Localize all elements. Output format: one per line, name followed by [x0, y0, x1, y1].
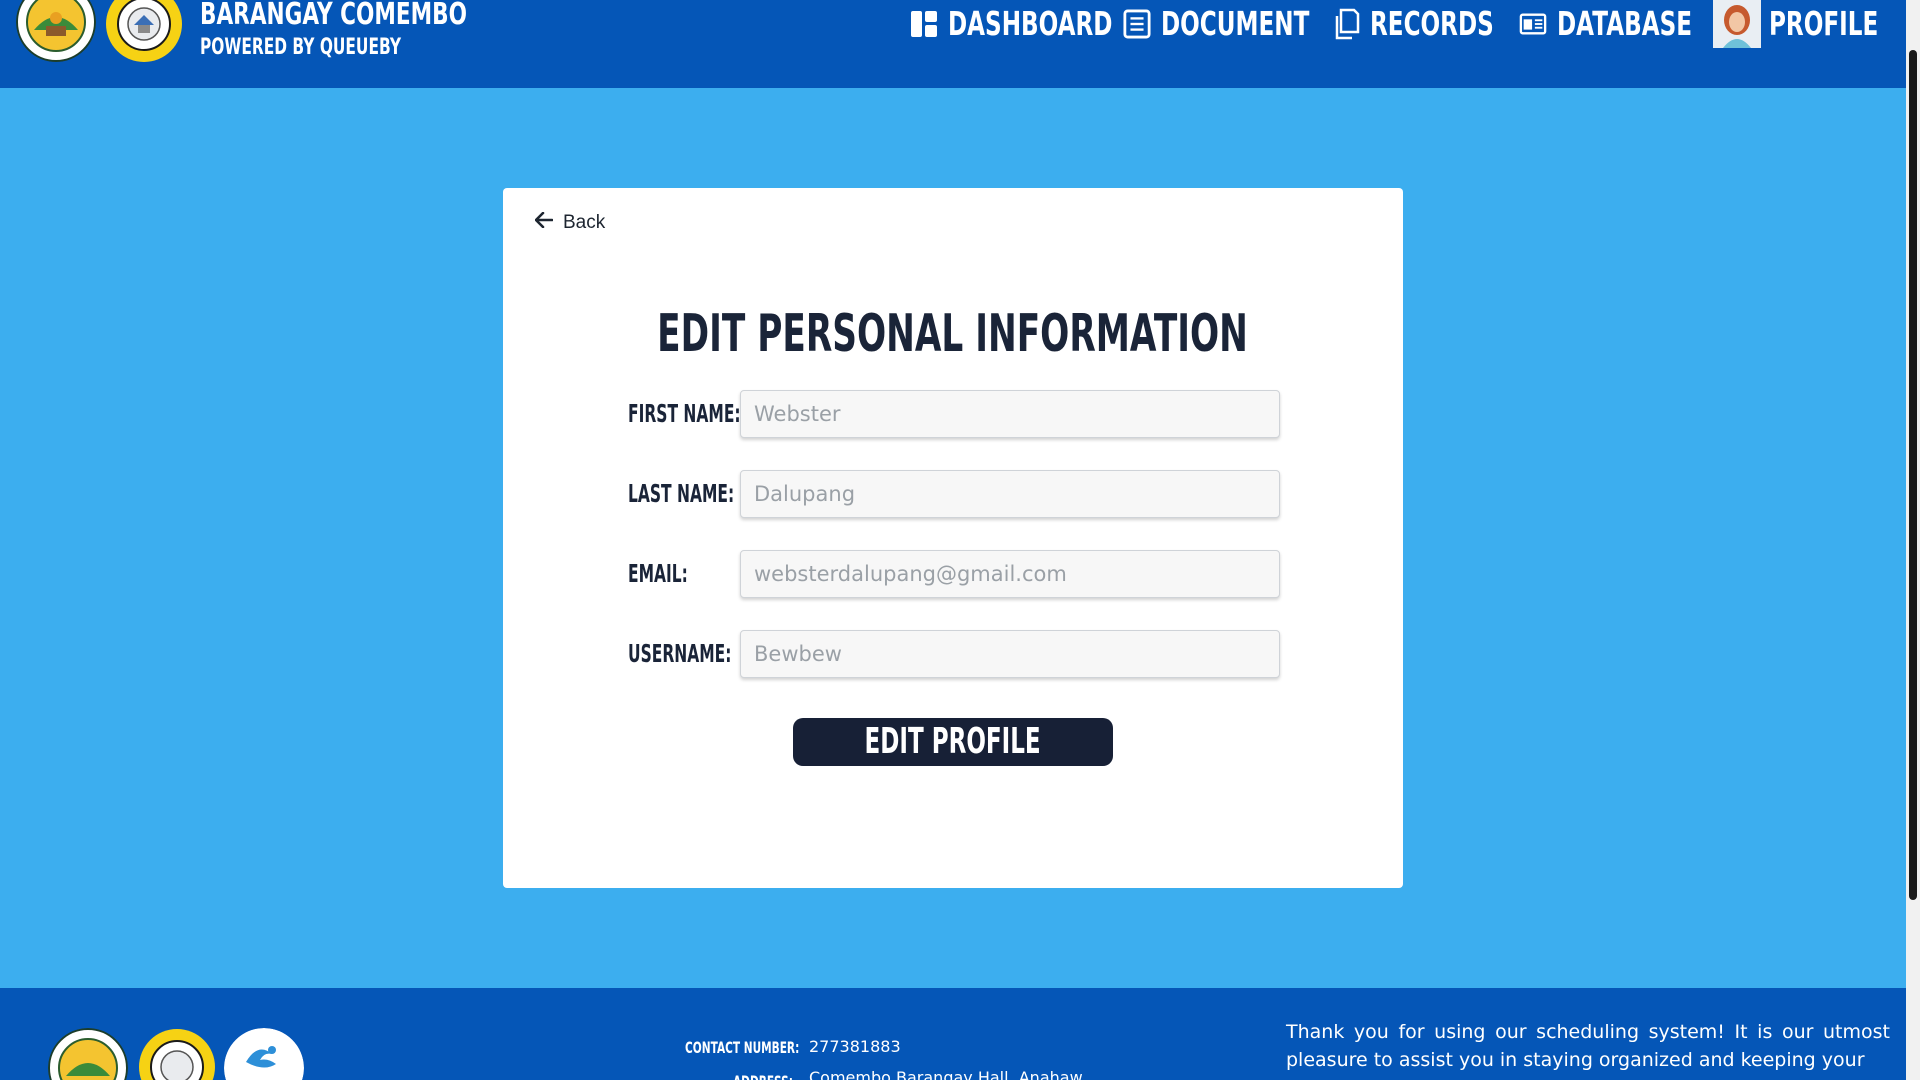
- first-name-input[interactable]: [740, 390, 1280, 438]
- back-label: Back: [563, 212, 606, 233]
- makati-city-seal-logo: [16, 0, 96, 62]
- top-navbar: BARANGAY COMEMBO POWERED BY QUEUEBY DASH…: [0, 0, 1906, 88]
- edit-profile-card: Back EDIT PERSONAL INFORMATION FIRST NAM…: [503, 188, 1403, 888]
- footer-thanks-text: Thank you for using our scheduling syste…: [1286, 1021, 1890, 1071]
- last-name-row: LAST NAME:: [628, 470, 1288, 518]
- nav-document-label: DOCUMENT: [1161, 4, 1310, 43]
- page-scrollbar[interactable]: [1906, 0, 1920, 1080]
- nav-database-label: DATABASE: [1557, 4, 1693, 43]
- database-card-icon: [1519, 8, 1547, 40]
- comembo-footer-logo: [138, 1028, 216, 1080]
- brand-title: BARANGAY COMEMBO: [200, 0, 467, 32]
- nav-profile-label: PROFILE: [1769, 4, 1879, 43]
- nav-profile[interactable]: PROFILE: [1713, 0, 1920, 49]
- email-label: EMAIL:: [628, 559, 688, 588]
- edit-profile-button-label: EDIT PROFILE: [864, 721, 1042, 762]
- username-input[interactable]: [740, 630, 1280, 678]
- last-name-input[interactable]: [740, 470, 1280, 518]
- comembo-seal-logo: [105, 0, 183, 63]
- first-name-row: FIRST NAME:: [628, 390, 1288, 438]
- dashboard-icon: [910, 8, 938, 40]
- contact-number-label: CONTACT NUMBER:: [685, 1038, 800, 1057]
- address-label: ADDRESS:: [733, 1072, 793, 1080]
- back-link[interactable]: Back: [534, 211, 606, 234]
- email-input[interactable]: [740, 550, 1280, 598]
- nav-records[interactable]: RECORDS: [1332, 4, 1547, 44]
- copy-files-icon: [1332, 8, 1360, 40]
- arrow-left-icon: [534, 211, 554, 234]
- contact-number-value: 277381883: [809, 1037, 901, 1056]
- footer: CONTACT NUMBER: 277381883 ADDRESS: Comem…: [0, 988, 1906, 1080]
- nav-dashboard-label: DASHBOARD: [948, 4, 1113, 43]
- edit-profile-button[interactable]: EDIT PROFILE: [793, 718, 1113, 766]
- document-icon: [1123, 8, 1151, 40]
- first-name-label: FIRST NAME:: [628, 399, 741, 428]
- page-title: EDIT PERSONAL INFORMATION: [657, 304, 1249, 364]
- address-value: Comembo Barangay Hall, Anahaw: [809, 1068, 1083, 1080]
- last-name-label: LAST NAME:: [628, 479, 735, 508]
- queueby-footer-logo: [224, 1028, 304, 1080]
- nav-records-label: RECORDS: [1370, 4, 1494, 43]
- scrollbar-thumb[interactable]: [1909, 50, 1917, 900]
- makati-city-footer-logo: [48, 1028, 128, 1080]
- email-row: EMAIL:: [628, 550, 1288, 598]
- username-row: USERNAME:: [628, 630, 1288, 678]
- username-label: USERNAME:: [628, 639, 732, 668]
- brand-subtitle: POWERED BY QUEUEBY: [200, 35, 402, 60]
- user-avatar: [1713, 0, 1761, 48]
